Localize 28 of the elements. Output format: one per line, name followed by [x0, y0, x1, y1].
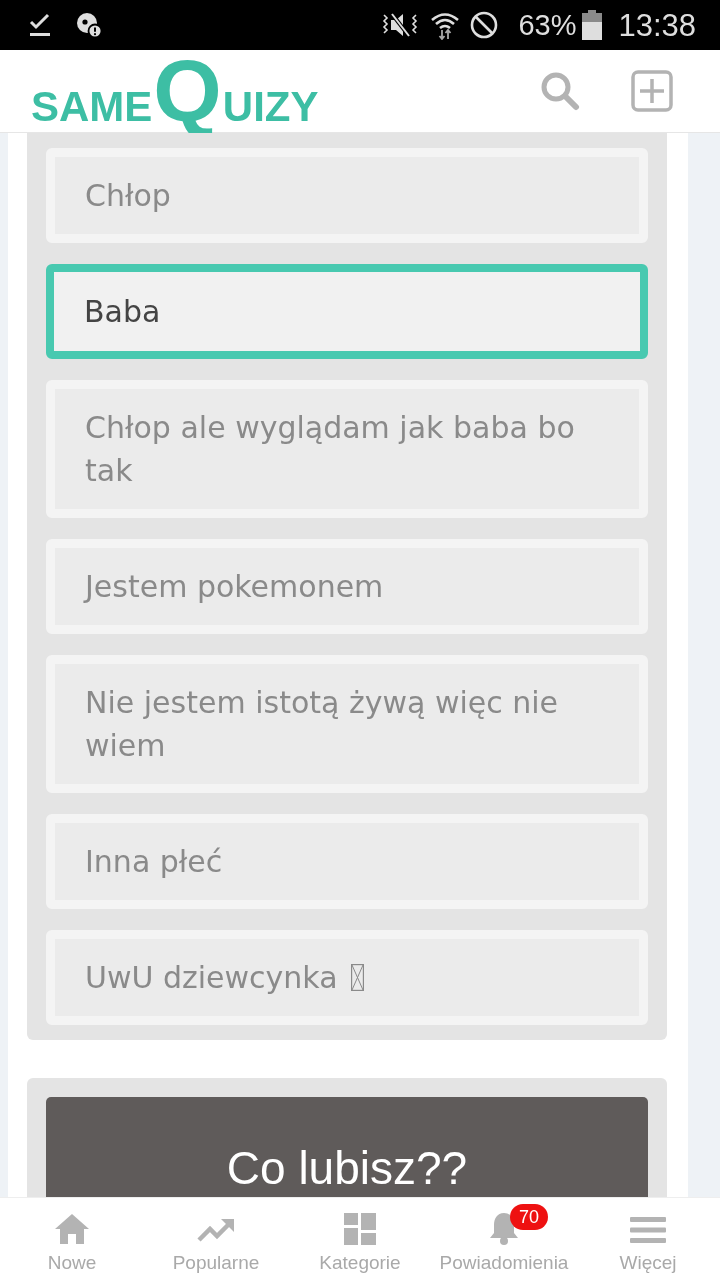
nav-button[interactable]: 70 Powiadomienia	[432, 1198, 576, 1280]
nav-button[interactable]: Popularne	[144, 1198, 288, 1280]
search-icon[interactable]	[540, 71, 580, 111]
nav-button[interactable]: Kategorie	[288, 1198, 432, 1280]
battery-percent: 63%	[518, 10, 577, 40]
disc-alert-icon	[76, 12, 102, 38]
dashboard-icon	[344, 1213, 376, 1245]
answer-option[interactable]: Nie jestem istotą żywą więc nie wiem	[46, 655, 648, 793]
download-done-icon	[28, 13, 52, 37]
clock-time: 13:38	[618, 9, 696, 41]
answer-option[interactable]: Jestem pokemonem	[46, 539, 648, 634]
notification-badge: 70	[510, 1204, 549, 1230]
answer-option[interactable]: Baba	[46, 264, 648, 359]
battery-icon	[582, 10, 603, 40]
add-icon[interactable]	[631, 70, 673, 112]
answer-option[interactable]: Chłop	[46, 148, 648, 243]
menu-icon	[630, 1215, 666, 1245]
home-icon	[54, 1213, 90, 1245]
bell-icon	[487, 1211, 521, 1245]
answer-option[interactable]: UwU dziewcynka	[46, 930, 648, 1025]
missing-glyph-icon	[351, 964, 365, 991]
blocked-icon	[470, 11, 499, 39]
nav-button[interactable]: Nowe	[0, 1198, 144, 1280]
answer-option[interactable]: Inna płeć	[46, 814, 648, 909]
nav-button[interactable]: Więcej	[576, 1198, 720, 1280]
question-title: Co lubisz??	[46, 1097, 648, 1197]
wifi-icon	[430, 10, 461, 40]
answer-option[interactable]: Chłop ale wyglądam jak baba bo tak	[46, 380, 648, 518]
